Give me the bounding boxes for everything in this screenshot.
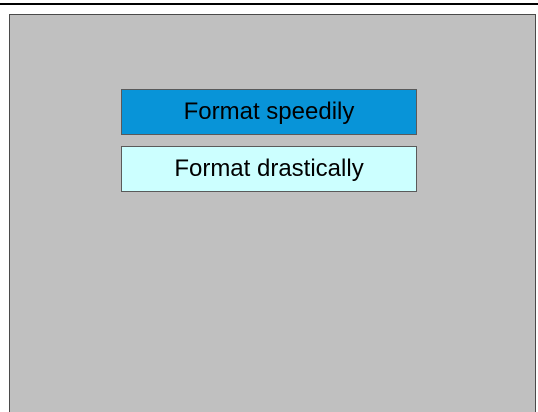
format-menu-panel: Format speedily Format drastically: [9, 14, 536, 412]
format-drastically-option[interactable]: Format drastically: [121, 146, 417, 192]
top-divider: [0, 3, 538, 5]
format-speedily-option[interactable]: Format speedily: [121, 89, 417, 135]
screen: Format speedily Format drastically: [0, 0, 538, 412]
